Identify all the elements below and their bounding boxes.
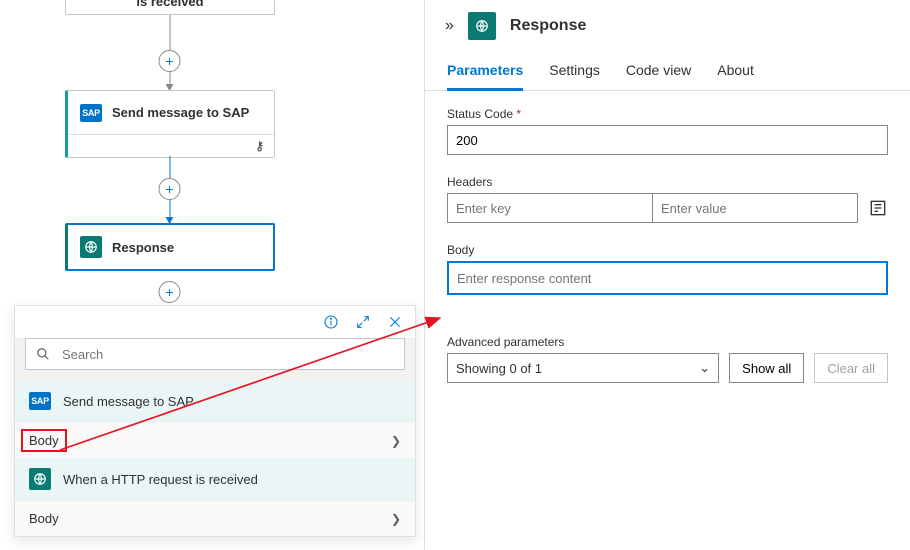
add-step-button[interactable]: + xyxy=(159,178,181,200)
pane-title: Response xyxy=(510,17,586,35)
node-trigger[interactable]: is received xyxy=(65,0,275,15)
picker-item-body[interactable]: Body ❯ xyxy=(15,422,415,458)
advanced-dropdown-value: Showing 0 of 1 xyxy=(456,361,542,376)
pane-tabs: Parameters Settings Code view About xyxy=(425,52,910,91)
search-input[interactable] xyxy=(60,346,394,363)
node-trigger-label: is received xyxy=(136,0,203,9)
show-all-button[interactable]: Show all xyxy=(729,353,804,383)
dynamic-content-panel: SAP Send message to SAP Body ❯ When a HT… xyxy=(14,305,416,537)
picker-item-label: Body xyxy=(21,429,67,452)
link-icon: ⚷ xyxy=(255,139,264,153)
header-value-input[interactable] xyxy=(652,193,858,223)
status-code-input[interactable] xyxy=(447,125,888,155)
properties-pane: » Response Parameters Settings Code view… xyxy=(425,0,910,550)
picker-item-label: Body xyxy=(29,511,59,526)
node-sap-label: Send message to SAP xyxy=(112,105,249,120)
tab-settings[interactable]: Settings xyxy=(549,52,600,90)
collapse-pane-button[interactable]: » xyxy=(445,17,454,35)
clear-all-button: Clear all xyxy=(814,353,888,383)
headers-label: Headers xyxy=(447,175,888,189)
search-box xyxy=(25,338,405,370)
chevron-right-icon: ❯ xyxy=(391,434,401,448)
text-mode-icon[interactable] xyxy=(868,198,888,218)
close-icon[interactable] xyxy=(387,314,403,330)
node-response[interactable]: Response xyxy=(65,223,275,271)
advanced-dropdown[interactable]: Showing 0 of 1 ⌄ xyxy=(447,353,719,383)
picker-item-body[interactable]: Body ❯ xyxy=(15,500,415,536)
body-label: Body xyxy=(447,243,888,257)
response-icon xyxy=(468,12,496,40)
tab-about[interactable]: About xyxy=(717,52,754,90)
expand-icon[interactable] xyxy=(355,314,371,330)
sap-icon: SAP xyxy=(80,104,102,122)
search-icon xyxy=(36,347,50,361)
picker-group-http[interactable]: When a HTTP request is received xyxy=(15,458,415,500)
add-step-button[interactable]: + xyxy=(159,50,181,72)
header-key-input[interactable] xyxy=(447,193,652,223)
status-code-label: Status Code * xyxy=(447,107,888,121)
response-icon xyxy=(80,236,102,258)
tab-code-view[interactable]: Code view xyxy=(626,52,691,90)
chevron-right-icon: ❯ xyxy=(391,512,401,526)
picker-group-label: Send message to SAP xyxy=(63,394,194,409)
workflow-canvas[interactable]: is received + SAP Send message to SAP ⚷ … xyxy=(0,0,425,550)
info-icon[interactable] xyxy=(323,314,339,330)
chevron-down-icon: ⌄ xyxy=(699,360,710,376)
picker-group-label: When a HTTP request is received xyxy=(63,472,258,487)
sap-icon: SAP xyxy=(29,392,51,410)
tab-parameters[interactable]: Parameters xyxy=(447,52,523,90)
response-icon xyxy=(29,468,51,490)
node-response-label: Response xyxy=(112,240,174,255)
add-step-button[interactable]: + xyxy=(159,281,181,303)
node-send-to-sap[interactable]: SAP Send message to SAP ⚷ xyxy=(65,90,275,158)
advanced-label: Advanced parameters xyxy=(447,335,719,349)
picker-group-sap[interactable]: SAP Send message to SAP xyxy=(15,380,415,422)
body-input[interactable] xyxy=(447,261,888,295)
